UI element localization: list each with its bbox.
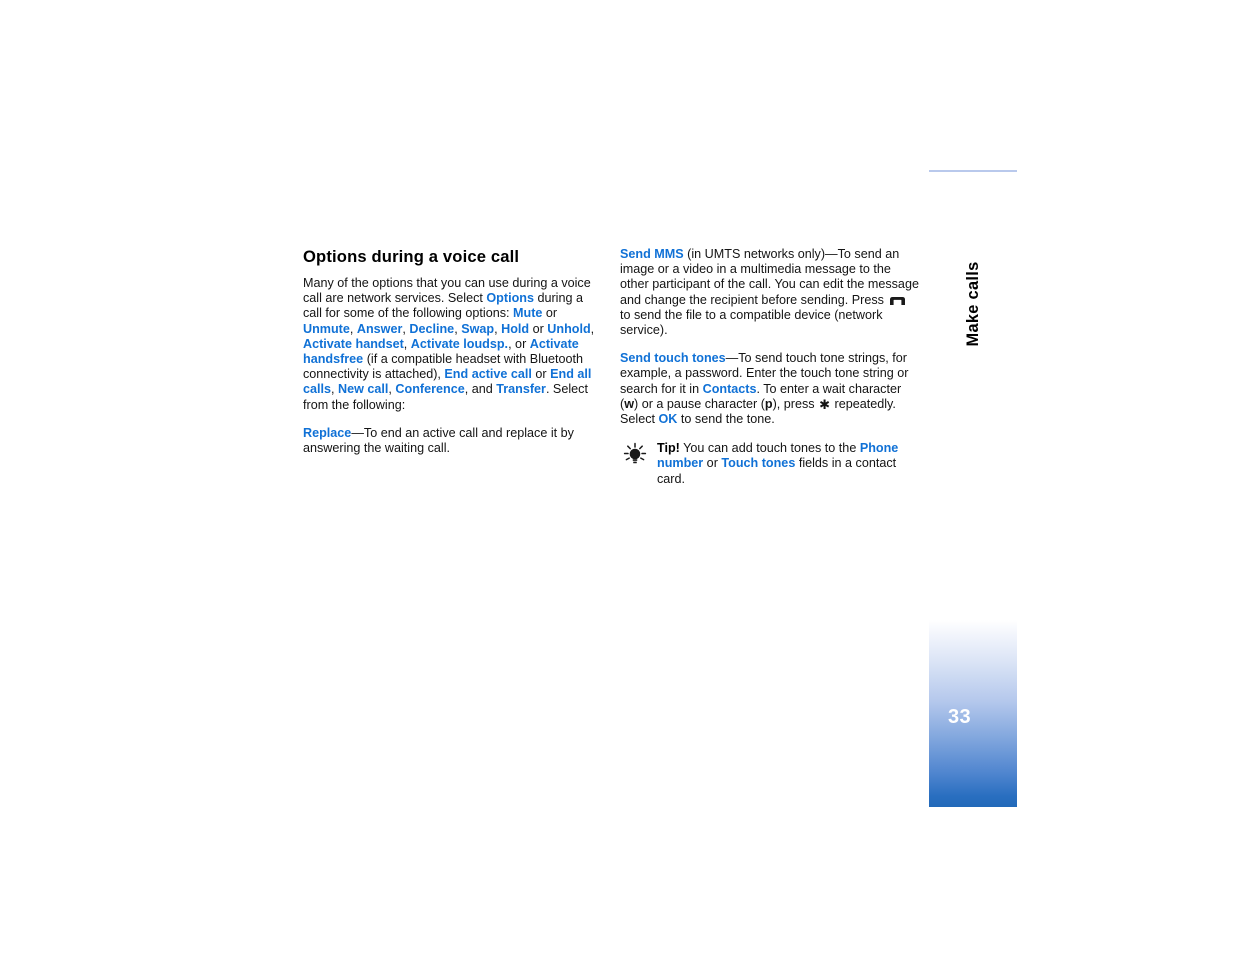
ui-term-transfer: Transfer — [496, 382, 546, 397]
asterisk-key-icon: ✱ — [819, 396, 831, 412]
paragraph-replace: Replace—To end an active call and replac… — [303, 426, 603, 456]
tip-label: Tip! — [657, 441, 680, 456]
tip-note: Tip! You can add touch tones to the Phon… — [620, 441, 921, 487]
page-number: 33 — [948, 706, 972, 728]
text-run: to send the file to a compatible device … — [620, 307, 883, 338]
text-run: ), press — [772, 396, 819, 411]
ui-term-conference: Conference — [395, 382, 465, 397]
text-run: to send the tone. — [677, 412, 775, 427]
ui-term-unhold: Unhold — [547, 321, 591, 336]
paragraph-options-list: Many of the options that you can use dur… — [303, 276, 603, 413]
text-run: , or — [508, 336, 530, 351]
text-run: , and — [464, 382, 497, 397]
ui-term-send-mms: Send MMS — [620, 247, 684, 261]
ui-term-options: Options — [486, 291, 534, 306]
chapter-title: Make calls — [964, 261, 982, 347]
char-pause-p: p — [764, 396, 773, 411]
ui-term-mute: Mute — [513, 306, 543, 321]
text-run: , — [331, 382, 339, 397]
text-run: ) or a pause character ( — [634, 396, 765, 411]
ui-term-ok: OK — [658, 412, 678, 427]
ui-term-touch-tones: Touch tones — [721, 456, 796, 471]
text-run: or — [703, 456, 722, 471]
left-text-column: Options during a voice call Many of the … — [303, 247, 603, 456]
ui-term-swap: Swap — [461, 321, 495, 336]
ui-term-hold: Hold — [501, 321, 530, 336]
ui-term-activate-handset: Activate handset — [303, 336, 404, 351]
text-run: or — [542, 306, 558, 321]
ui-term-unmute: Unmute — [303, 321, 350, 336]
ui-term-contacts: Contacts — [702, 381, 757, 396]
text-run: You can add touch tones to the — [679, 441, 860, 456]
text-run: , — [349, 321, 357, 336]
thumb-tab-gradient — [929, 620, 1017, 807]
char-wait-w: w — [624, 396, 634, 411]
ui-term-replace: Replace — [303, 425, 352, 440]
text-run: or — [529, 321, 548, 336]
text-run: , — [403, 336, 411, 351]
send-key-icon — [889, 296, 906, 305]
ui-term-decline: Decline — [409, 321, 455, 336]
ui-term-end-active-call: End active call — [444, 367, 532, 382]
text-run: or — [531, 367, 551, 382]
right-text-column: Send MMS (in UMTS networks only)—To send… — [620, 247, 921, 487]
text-run: , — [590, 321, 595, 336]
ui-term-new-call: New call — [338, 382, 389, 397]
ui-term-activate-loudsp: Activate loudsp. — [410, 336, 509, 351]
document-page: Options during a voice call Many of the … — [0, 0, 1235, 954]
paragraph-send-mms: Send MMS (in UMTS networks only)—To send… — [620, 247, 921, 338]
ui-term-send-touch-tones: Send touch tones — [620, 351, 726, 366]
page-title: Options during a voice call — [303, 247, 520, 266]
paragraph-send-touch-tones: Send touch tones—To send touch tone stri… — [620, 351, 921, 427]
chapter-thumb-tab: Make calls 33 — [929, 170, 1017, 807]
lightbulb-icon — [622, 442, 648, 468]
ui-term-answer: Answer — [356, 321, 403, 336]
